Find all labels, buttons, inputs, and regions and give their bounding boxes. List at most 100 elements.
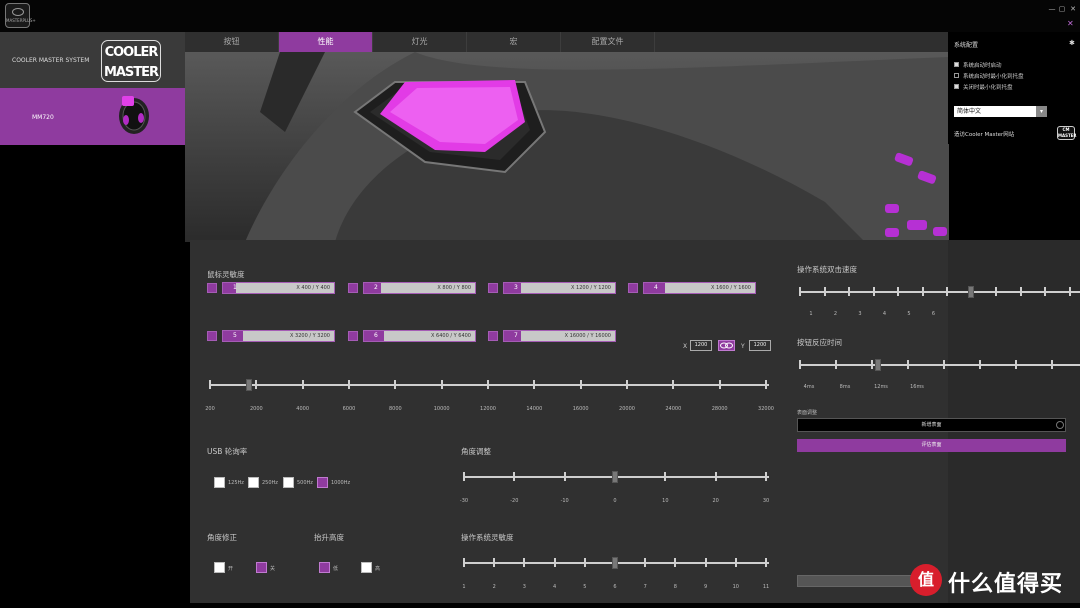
dpi-y-input[interactable]: 1200 [749, 340, 771, 351]
dpi-stage-bar[interactable]: 3 X 1200 / Y 1200 [503, 282, 616, 294]
usb-rate-checkbox[interactable] [214, 477, 225, 488]
slider-tick [714, 472, 717, 481]
slider-tick [734, 558, 737, 567]
cooler-master-logo-small[interactable]: CM MASTER [1057, 126, 1077, 140]
slider-thumb[interactable] [612, 471, 618, 483]
dpi-stage-checkbox[interactable] [488, 283, 498, 293]
system-option-checkbox[interactable] [954, 84, 959, 89]
slider-tick [1019, 287, 1022, 296]
system-option-label: 关闭时最小化到托盘 [963, 85, 1013, 91]
lift-height-label: 低 [333, 566, 339, 572]
slider-thumb[interactable] [968, 286, 974, 298]
dpi-stage-checkbox[interactable] [628, 283, 638, 293]
settings-icon[interactable] [1056, 421, 1064, 429]
slider-tick-label: 1 [462, 584, 466, 590]
dpi-stage-bar[interactable]: 2 X 800 / Y 800 [363, 282, 476, 294]
angle-snap-label: 开 [228, 566, 234, 572]
slider-tick-label: 6 [931, 311, 936, 317]
tab-lighting[interactable]: 灯光 [373, 32, 467, 52]
slider-tick [943, 360, 945, 369]
mouse-icon [119, 96, 149, 134]
dpi-stage-checkbox[interactable] [207, 283, 217, 293]
slider-tick [255, 380, 258, 389]
slider-thumb[interactable] [875, 359, 881, 371]
angle-adjust-slider[interactable]: -30 -20 -10 0 10 20 30 [460, 471, 769, 504]
dpi-stage-bar[interactable]: 1 X 400 / Y 400 [222, 282, 335, 294]
slider-tick-label: 16ms [910, 384, 924, 390]
masterplus-logo: MASTERPLUS+ [5, 3, 36, 28]
slider-tick-label: 4 [553, 584, 557, 590]
slider-tick [394, 380, 397, 389]
slider-tick [672, 380, 675, 389]
angle-snap-checkbox[interactable] [214, 562, 225, 573]
gear-icon[interactable]: ✱ [1069, 39, 1075, 47]
pin-icon[interactable]: ✕ [1067, 19, 1074, 28]
os-sensitivity-slider[interactable]: 1 2 3 4 5 6 7 8 9 10 11 [462, 557, 769, 590]
device-item-mm720[interactable] [0, 88, 185, 145]
tab-performance[interactable]: 性能 [279, 32, 373, 52]
slider-track[interactable] [799, 291, 1080, 293]
usb-rate-checkbox[interactable] [283, 477, 294, 488]
dpi-slider[interactable]: 200 2000 4000 6000 8000 10000 12000 14000 16000 2… [205, 379, 774, 412]
evaluate-surface-button[interactable]: 评估表面 [797, 439, 1066, 452]
dpi-stage-bar[interactable]: 6 X 6400 / Y 6400 [363, 330, 476, 342]
slider-tick [513, 472, 516, 481]
slider-thumb[interactable] [246, 379, 253, 391]
dpi-x-input[interactable]: 1200 [690, 340, 712, 351]
dpi-stage-bar[interactable]: 5 X 3200 / Y 3200 [222, 330, 335, 342]
minimize-button[interactable]: — [1048, 6, 1056, 13]
chevron-down-icon[interactable]: ▾ [1036, 106, 1047, 117]
title-bar [0, 0, 1080, 32]
new-surface-button[interactable]: 新增表面 [797, 418, 1066, 432]
slider-tick-label: 200 [205, 406, 215, 412]
dpi-stage-number: 1 [233, 284, 237, 291]
slider-tick-label: 12000 [480, 406, 496, 412]
tab-macro[interactable]: 宏 [467, 32, 561, 52]
slider-track[interactable] [799, 364, 1080, 366]
dpi-stage-number: 7 [514, 332, 518, 339]
angle-snap-checkbox[interactable] [256, 562, 267, 573]
slider-tick-label: 2000 [249, 406, 263, 412]
slider-tick-label: 30 [762, 498, 770, 504]
slider-tick [440, 380, 443, 389]
slider-tick [704, 558, 707, 567]
slider-tick-label: -30 [459, 498, 469, 504]
double-click-slider[interactable]: 123456 [799, 286, 1080, 317]
maximize-button[interactable]: ▢ [1058, 6, 1066, 13]
usb-rate-checkbox[interactable] [317, 477, 328, 488]
usb-rate-checkbox[interactable] [248, 477, 259, 488]
system-option-checkbox[interactable] [954, 62, 959, 67]
slider-tick-label: -10 [560, 498, 569, 504]
dpi-stage-checkbox[interactable] [207, 331, 217, 341]
slider-tick [872, 287, 875, 296]
dpi-stage-checkbox[interactable] [348, 331, 358, 341]
tab-buttons[interactable]: 按钮 [185, 32, 279, 52]
dpi-stage-bar[interactable]: 4 X 1600 / Y 1600 [643, 282, 756, 294]
smzdm-logo-icon: 值 [910, 564, 942, 596]
dpi-stage-checkbox[interactable] [488, 331, 498, 341]
slider-tick [1068, 287, 1071, 296]
watermark-text: 什么值得买 [948, 572, 1064, 597]
slider-tick [799, 287, 801, 296]
lift-height-checkbox[interactable] [319, 562, 330, 573]
slider-track[interactable] [209, 384, 769, 386]
slider-tick [848, 287, 850, 296]
language-select[interactable]: 简体中文 [954, 106, 1047, 117]
slider-tick-label: 20 [712, 498, 719, 504]
close-button[interactable]: ✕ [1069, 6, 1077, 13]
lift-height-checkbox[interactable] [361, 562, 372, 573]
debounce-slider[interactable]: 4ms 8ms 12ms 16ms [799, 359, 1080, 390]
surface-title: 表面调整 [797, 410, 818, 416]
slider-tick [835, 360, 837, 369]
double-click-title: 操作系统双击速度 [797, 265, 857, 274]
slider-thumb[interactable] [612, 557, 618, 569]
dpi-stage-checkbox[interactable] [348, 283, 358, 293]
cooler-master-logo: COOLER MASTER [101, 40, 161, 82]
dpi-stage-bar[interactable]: 7 X 16000 / Y 16000 [503, 330, 616, 342]
system-option-checkbox[interactable] [954, 73, 959, 78]
visit-website-link[interactable]: 造访Cooler Master网站 [954, 130, 1014, 138]
tab-profiles[interactable]: 配置文件 [561, 32, 655, 52]
dpi-stage-number: 3 [514, 284, 518, 291]
link-xy-button[interactable] [718, 340, 735, 351]
slider-tick-label: 10000 [433, 406, 450, 412]
